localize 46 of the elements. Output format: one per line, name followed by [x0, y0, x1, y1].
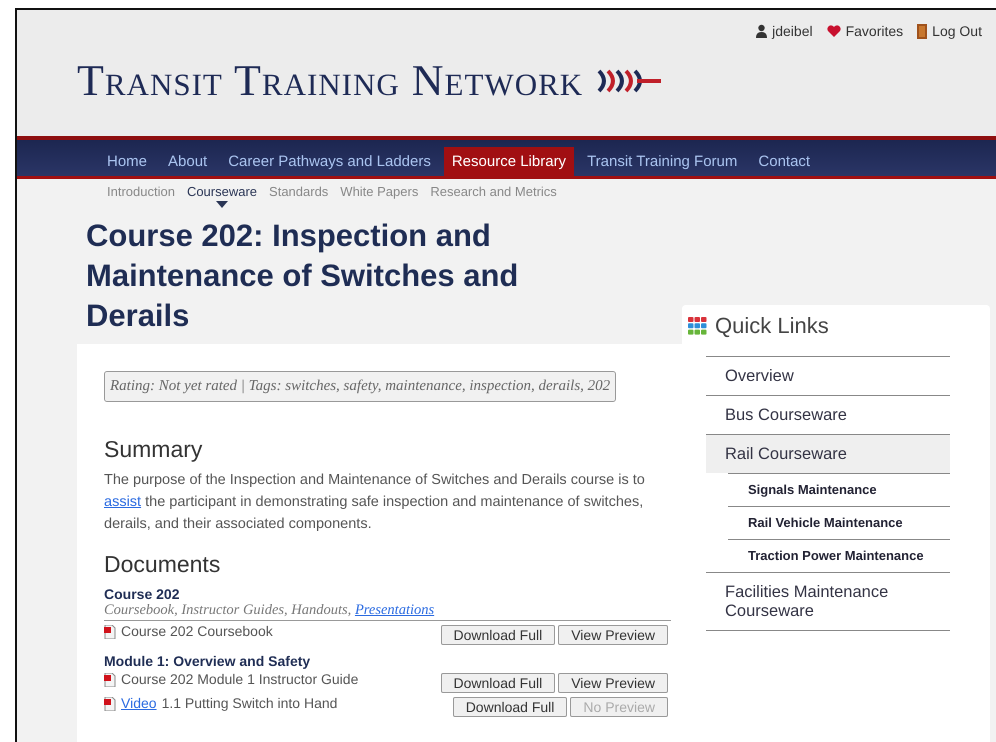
nav-tab[interactable]: Contact — [750, 147, 818, 176]
user-menu-link[interactable]: jdeibel — [756, 23, 813, 39]
document-name: 1.1 Putting Switch into Hand — [162, 695, 338, 711]
summary-paragraph: The purpose of the Inspection and Maintenance of Switches and Derails course is to assist the participant in demonstrating safe inspection and maintenance of switches, derails, and their associated components. — [104, 471, 646, 534]
presentations-link[interactable]: Presentations — [354, 602, 434, 618]
pdf-icon — [104, 625, 116, 639]
user-menu-link[interactable]: Favorites — [826, 23, 904, 39]
quick-link-subitem[interactable]: Rail Vehicle Maintenance — [728, 506, 950, 539]
nav-tab[interactable]: Transit Training Forum — [579, 147, 746, 176]
nav-tab[interactable]: About — [160, 147, 216, 176]
document-button[interactable]: Download Full — [440, 673, 556, 693]
page-title: Course 202: Inspection and Maintenance of Switches and Derails — [86, 217, 520, 335]
pdf-icon — [104, 673, 116, 687]
pdf-icon — [104, 697, 116, 711]
document-types-text: Coursebook, Instructor Guides, Handouts, Presentations — [104, 602, 671, 621]
video-link[interactable]: Video — [121, 695, 157, 711]
nav-tab[interactable]: Career Pathways and Ladders — [220, 147, 439, 176]
subnav-tab[interactable]: Courseware — [180, 184, 264, 210]
quick-link-item[interactable]: Rail Courseware — [706, 434, 950, 473]
document-name: Course 202 Coursebook — [121, 623, 273, 639]
assist-link[interactable]: assist — [104, 494, 142, 510]
nav-tab[interactable]: Home — [99, 147, 156, 176]
quick-link-subitem[interactable]: Traction Power Maintenance — [728, 539, 950, 572]
document-button[interactable]: View Preview — [558, 673, 668, 693]
section-heading: Documents — [104, 551, 222, 578]
user-menu-link[interactable]: Log Out — [917, 23, 982, 39]
rail-stripes-icon — [595, 68, 664, 92]
quick-link-item[interactable]: Facilities Maintenance Courseware — [706, 572, 950, 630]
quick-links-title: Quick Links — [715, 313, 829, 339]
person-icon — [756, 24, 768, 38]
site-logo-title: Transit Training Network — [77, 55, 584, 106]
section-heading: Summary — [104, 436, 204, 463]
quick-link-item[interactable]: Overview — [706, 356, 950, 395]
quick-link-subitem[interactable]: Signals Maintenance — [728, 473, 950, 506]
document-group-title: Module 1: Overview and Safety — [104, 653, 312, 669]
document-button[interactable]: View Preview — [558, 625, 668, 645]
document-button[interactable]: Download Full — [440, 625, 556, 645]
door-icon — [917, 24, 928, 38]
rating-tags-text: Rating: Not yet rated | Tags: switches, safety, maintenance, inspection, derails, 202 — [104, 371, 616, 402]
document-button[interactable]: Download Full — [452, 697, 568, 717]
heart-icon — [826, 24, 841, 38]
document-group-title: Course 202 — [104, 586, 180, 602]
document-name: Course 202 Module 1 Instructor Guide — [121, 671, 358, 687]
nav-tab[interactable]: Resource Library — [444, 147, 574, 176]
caret-icon — [216, 201, 228, 208]
grid-icon — [688, 317, 707, 335]
